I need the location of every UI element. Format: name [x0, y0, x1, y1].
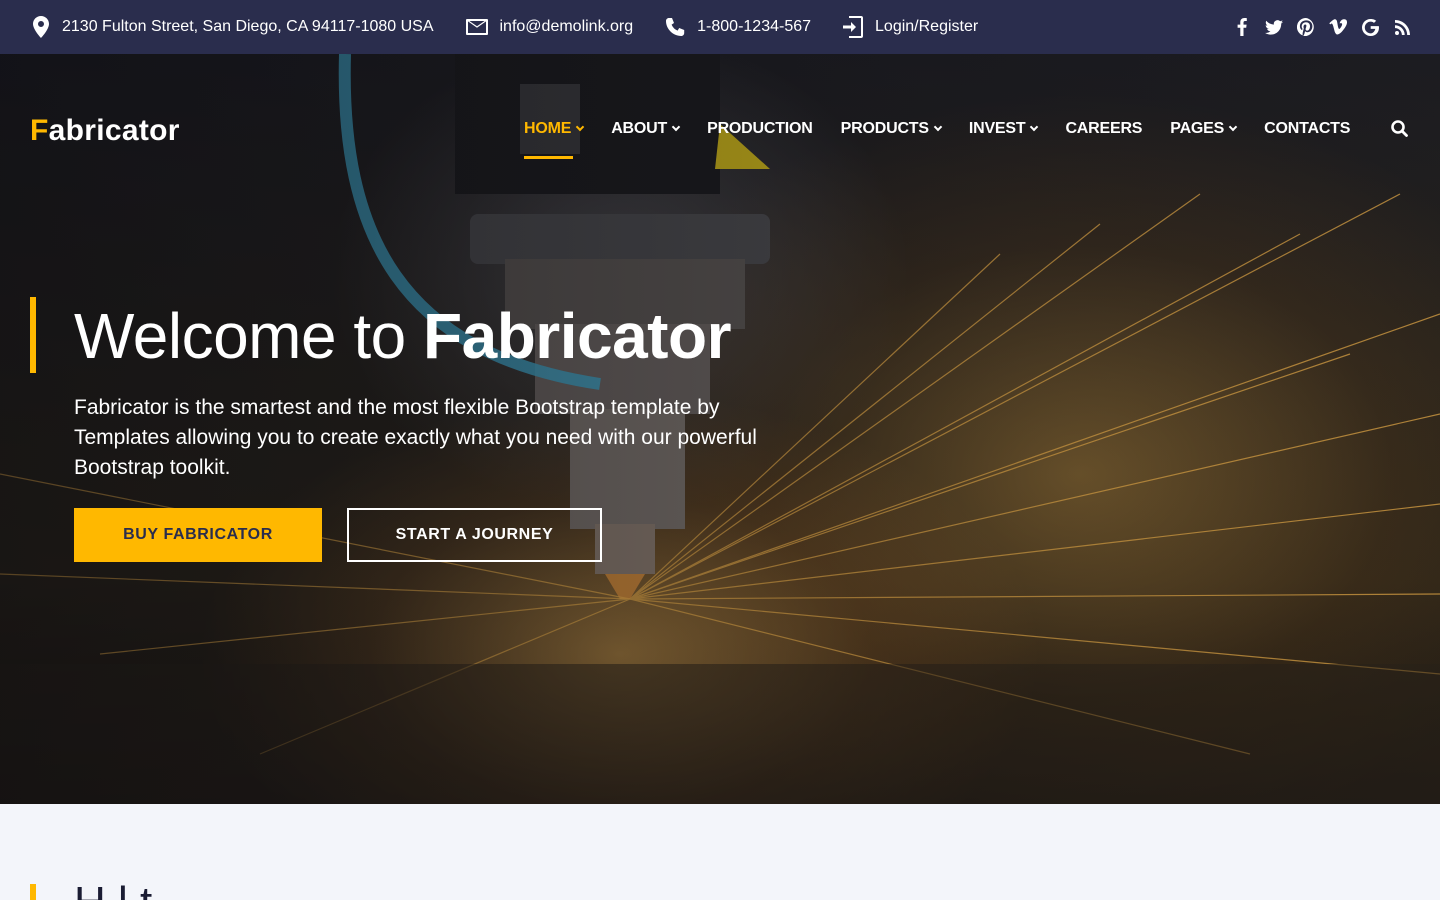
social-links — [1220, 0, 1412, 54]
login-register-link[interactable]: Login/Register — [875, 18, 978, 36]
nav-contacts[interactable]: CONTACTS — [1264, 120, 1350, 138]
google-icon[interactable] — [1360, 17, 1380, 37]
section-title-partial: H l t — [74, 878, 152, 900]
twitter-icon[interactable] — [1264, 17, 1284, 37]
hero-accent-bar — [30, 297, 36, 373]
nav-products-label: PRODUCTS — [840, 120, 929, 137]
nav-home-label: HOME — [524, 120, 572, 137]
nav-home[interactable]: HOME — [524, 120, 585, 159]
phone-icon — [666, 18, 685, 36]
address-item: 2130 Fulton Street, San Diego, CA 94117-… — [32, 16, 434, 38]
nav-pages-label: PAGES — [1170, 120, 1225, 137]
nav-products[interactable]: PRODUCTS — [840, 120, 943, 138]
mail-icon — [465, 19, 488, 35]
nav-about[interactable]: ABOUT — [611, 120, 681, 138]
nav-invest[interactable]: INVEST — [968, 120, 1039, 138]
nav-careers-label: CAREERS — [1065, 120, 1143, 137]
logo-accent-letter: F — [30, 114, 49, 147]
nav-invest-label: INVEST — [968, 120, 1026, 137]
chevron-down-icon — [1030, 122, 1039, 132]
nav-about-label: ABOUT — [611, 120, 668, 137]
start-journey-button[interactable]: START A JOURNEY — [347, 508, 602, 562]
site-logo[interactable]: Fabricator — [30, 114, 180, 148]
logo-text: abricator — [48, 114, 180, 147]
nav-contacts-label: CONTACTS — [1264, 120, 1351, 137]
search-icon[interactable] — [1391, 120, 1408, 137]
top-info-bar: 2130 Fulton Street, San Diego, CA 94117-… — [0, 0, 1440, 54]
nav-production[interactable]: PRODUCTION — [707, 120, 813, 138]
chevron-down-icon — [671, 122, 681, 132]
rss-icon[interactable] — [1392, 17, 1412, 37]
vimeo-icon[interactable] — [1328, 17, 1348, 37]
pinterest-icon[interactable] — [1296, 17, 1316, 37]
email-item[interactable]: info@demolink.org — [465, 18, 634, 36]
hero-title-bold: Fabricator — [423, 300, 731, 372]
nav-careers[interactable]: CAREERS — [1065, 120, 1142, 138]
location-pin-icon — [33, 16, 49, 38]
address-text: 2130 Fulton Street, San Diego, CA 94117-… — [62, 18, 434, 35]
nav-pages[interactable]: PAGES — [1170, 120, 1238, 138]
main-navigation: HOME ABOUT PRODUCTION PRODUCTS INVEST CA… — [524, 117, 1378, 159]
chevron-down-icon — [1228, 122, 1238, 132]
hero-title-plain: Welcome to — [74, 300, 423, 372]
hero-title: Welcome to Fabricator — [74, 299, 731, 373]
chevron-down-icon — [933, 122, 943, 132]
chevron-down-icon — [575, 122, 585, 132]
phone-link[interactable]: 1-800-1234-567 — [697, 18, 811, 36]
hero-description: Fabricator is the smartest and the most … — [74, 396, 757, 479]
login-icon — [843, 16, 864, 38]
buy-fabricator-button[interactable]: BUY FABRICATOR — [74, 508, 322, 562]
phone-item[interactable]: 1-800-1234-567 — [665, 17, 811, 37]
email-link[interactable]: info@demolink.org — [500, 18, 634, 36]
nav-production-label: PRODUCTION — [707, 120, 813, 137]
section-accent-bar — [30, 884, 36, 900]
facebook-icon[interactable] — [1232, 17, 1252, 37]
login-item[interactable]: Login/Register — [843, 16, 978, 38]
